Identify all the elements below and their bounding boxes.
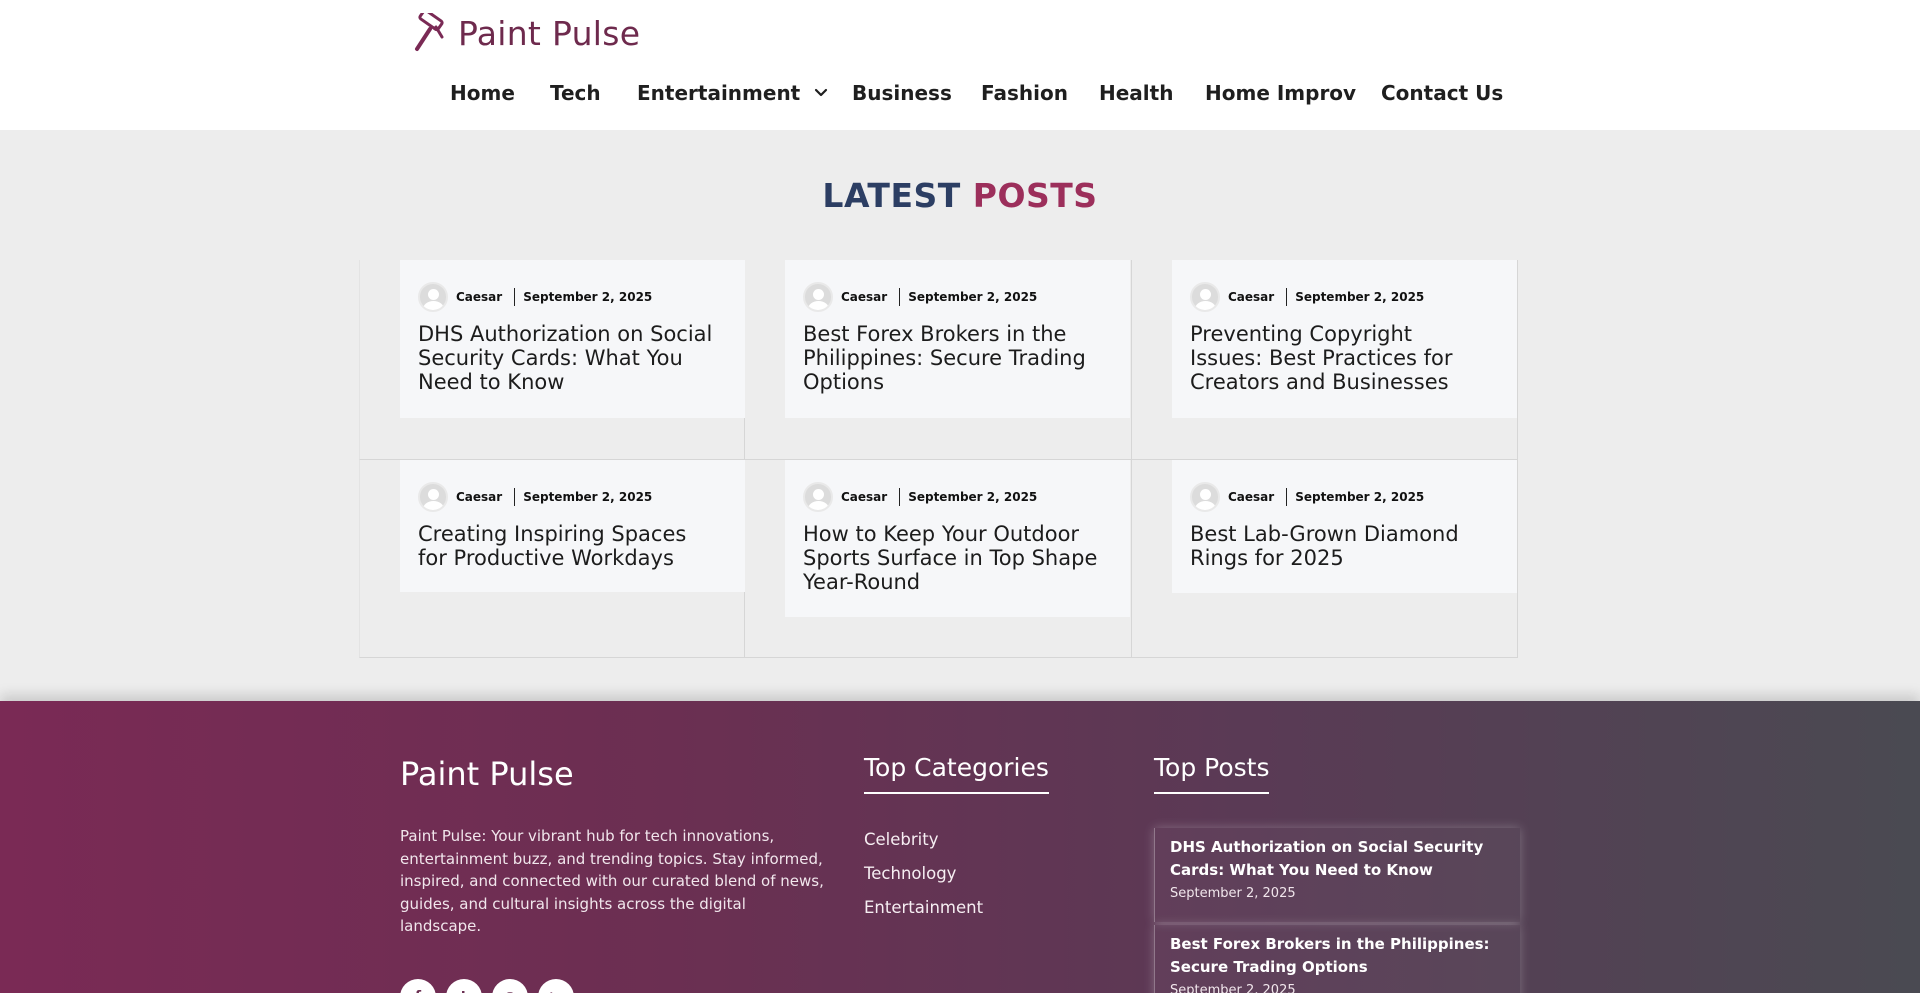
site-header: Paint Pulse Home Tech Entertainment Busi… <box>0 0 1920 130</box>
footer-brand[interactable]: Paint Pulse <box>400 755 574 793</box>
meta-divider <box>514 488 516 506</box>
post-title[interactable]: DHS Authorization on Social Security Car… <box>418 322 718 394</box>
post-title[interactable]: Creating Inspiring Spaces for Productive… <box>418 522 718 570</box>
post-meta: Caesar September 2, 2025 <box>803 482 1037 512</box>
post-cell: Caesar September 2, 2025 Best Lab-Grown … <box>1132 460 1518 658</box>
social-links: f t ◎ ▶ <box>400 979 574 993</box>
post-cell: Caesar September 2, 2025 DHS Authorizati… <box>359 260 745 460</box>
meta-divider <box>514 288 516 306</box>
post-cell: Caesar September 2, 2025 Best Forex Brok… <box>745 260 1132 460</box>
top-post-item[interactable]: DHS Authorization on Social Security Car… <box>1154 828 1520 922</box>
site-logo[interactable]: Paint Pulse <box>412 12 640 54</box>
site-logo-text: Paint Pulse <box>458 13 641 53</box>
post-meta: Caesar September 2, 2025 <box>418 482 652 512</box>
nav-item-health[interactable]: Health <box>1099 81 1173 105</box>
chevron-down-icon <box>815 88 828 97</box>
post-card[interactable]: Caesar September 2, 2025 Preventing Copy… <box>1172 260 1517 418</box>
top-post-item[interactable]: Best Forex Brokers in the Philippines: S… <box>1154 925 1520 993</box>
post-author[interactable]: Caesar <box>1228 290 1274 304</box>
post-meta: Caesar September 2, 2025 <box>803 282 1037 312</box>
meta-divider <box>1286 288 1288 306</box>
avatar <box>803 282 833 312</box>
post-card[interactable]: Caesar September 2, 2025 Best Lab-Grown … <box>1172 460 1517 593</box>
paint-roller-icon <box>415 13 444 51</box>
main-nav: Home Tech Entertainment Business Fashion… <box>0 81 1920 113</box>
nav-item-home-improv[interactable]: Home Improv <box>1205 81 1356 105</box>
instagram-icon[interactable]: ◎ <box>492 979 528 993</box>
latest-posts-title-part2: POSTS <box>972 176 1098 215</box>
post-date: September 2, 2025 <box>523 290 653 304</box>
category-link-entertainment[interactable]: Entertainment <box>864 898 983 917</box>
nav-item-home[interactable]: Home <box>450 81 515 105</box>
post-card[interactable]: Caesar September 2, 2025 How to Keep You… <box>785 460 1130 617</box>
post-cell: Caesar September 2, 2025 How to Keep You… <box>745 460 1132 658</box>
post-title[interactable]: Best Lab-Grown Diamond Rings for 2025 <box>1190 522 1490 570</box>
twitter-icon[interactable]: t <box>446 979 482 993</box>
latest-posts-title: LATEST POSTS <box>0 176 1920 215</box>
top-post-title[interactable]: Best Forex Brokers in the Philippines: S… <box>1170 933 1515 979</box>
post-cell: Caesar September 2, 2025 Preventing Copy… <box>1132 260 1518 460</box>
post-meta: Caesar September 2, 2025 <box>1190 482 1424 512</box>
top-posts-title: Top Posts <box>1154 753 1270 794</box>
post-title[interactable]: Preventing Copyright Issues: Best Practi… <box>1190 322 1490 394</box>
post-card[interactable]: Caesar September 2, 2025 Creating Inspir… <box>400 460 745 592</box>
avatar <box>418 282 448 312</box>
footer-description: Paint Pulse: Your vibrant hub for tech i… <box>400 827 824 936</box>
meta-divider <box>899 488 901 506</box>
latest-posts-title-part1: LATEST <box>822 176 961 215</box>
nav-item-entertainment-label: Entertainment <box>637 81 801 105</box>
top-categories-title: Top Categories <box>864 753 1049 794</box>
meta-divider <box>1286 488 1288 506</box>
post-title[interactable]: How to Keep Your Outdoor Sports Surface … <box>803 522 1103 594</box>
nav-item-fashion[interactable]: Fashion <box>981 81 1068 105</box>
post-cell: Caesar September 2, 2025 Creating Inspir… <box>359 460 745 658</box>
nav-item-tech[interactable]: Tech <box>550 81 601 105</box>
post-author[interactable]: Caesar <box>841 290 887 304</box>
category-link-celebrity[interactable]: Celebrity <box>864 830 938 849</box>
avatar <box>418 482 448 512</box>
nav-item-entertainment[interactable]: Entertainment <box>637 81 830 105</box>
category-link-technology[interactable]: Technology <box>864 864 956 883</box>
post-card[interactable]: Caesar September 2, 2025 DHS Authorizati… <box>400 260 745 418</box>
posts-grid: Caesar September 2, 2025 DHS Authorizati… <box>359 260 1518 658</box>
post-date: September 2, 2025 <box>1295 290 1425 304</box>
post-meta: Caesar September 2, 2025 <box>418 282 652 312</box>
post-author[interactable]: Caesar <box>841 490 887 504</box>
youtube-icon[interactable]: ▶ <box>538 979 574 993</box>
post-meta: Caesar September 2, 2025 <box>1190 282 1424 312</box>
post-title[interactable]: Best Forex Brokers in the Philippines: S… <box>803 322 1103 394</box>
post-author[interactable]: Caesar <box>1228 490 1274 504</box>
post-card[interactable]: Caesar September 2, 2025 Best Forex Brok… <box>785 260 1130 418</box>
top-post-title[interactable]: DHS Authorization on Social Security Car… <box>1170 836 1515 882</box>
meta-divider <box>899 288 901 306</box>
post-date: September 2, 2025 <box>908 290 1038 304</box>
site-footer: Paint Pulse Paint Pulse: Your vibrant hu… <box>0 701 1920 993</box>
post-date: September 2, 2025 <box>523 490 653 504</box>
facebook-icon[interactable]: f <box>400 979 436 993</box>
avatar <box>803 482 833 512</box>
top-post-date: September 2, 2025 <box>1170 886 1296 901</box>
nav-item-business[interactable]: Business <box>852 81 952 105</box>
avatar <box>1190 282 1220 312</box>
post-author[interactable]: Caesar <box>456 490 502 504</box>
post-date: September 2, 2025 <box>908 490 1038 504</box>
post-author[interactable]: Caesar <box>456 290 502 304</box>
nav-item-contact-us[interactable]: Contact Us <box>1381 81 1503 105</box>
post-date: September 2, 2025 <box>1295 490 1425 504</box>
avatar <box>1190 482 1220 512</box>
top-post-date: September 2, 2025 <box>1170 983 1296 993</box>
